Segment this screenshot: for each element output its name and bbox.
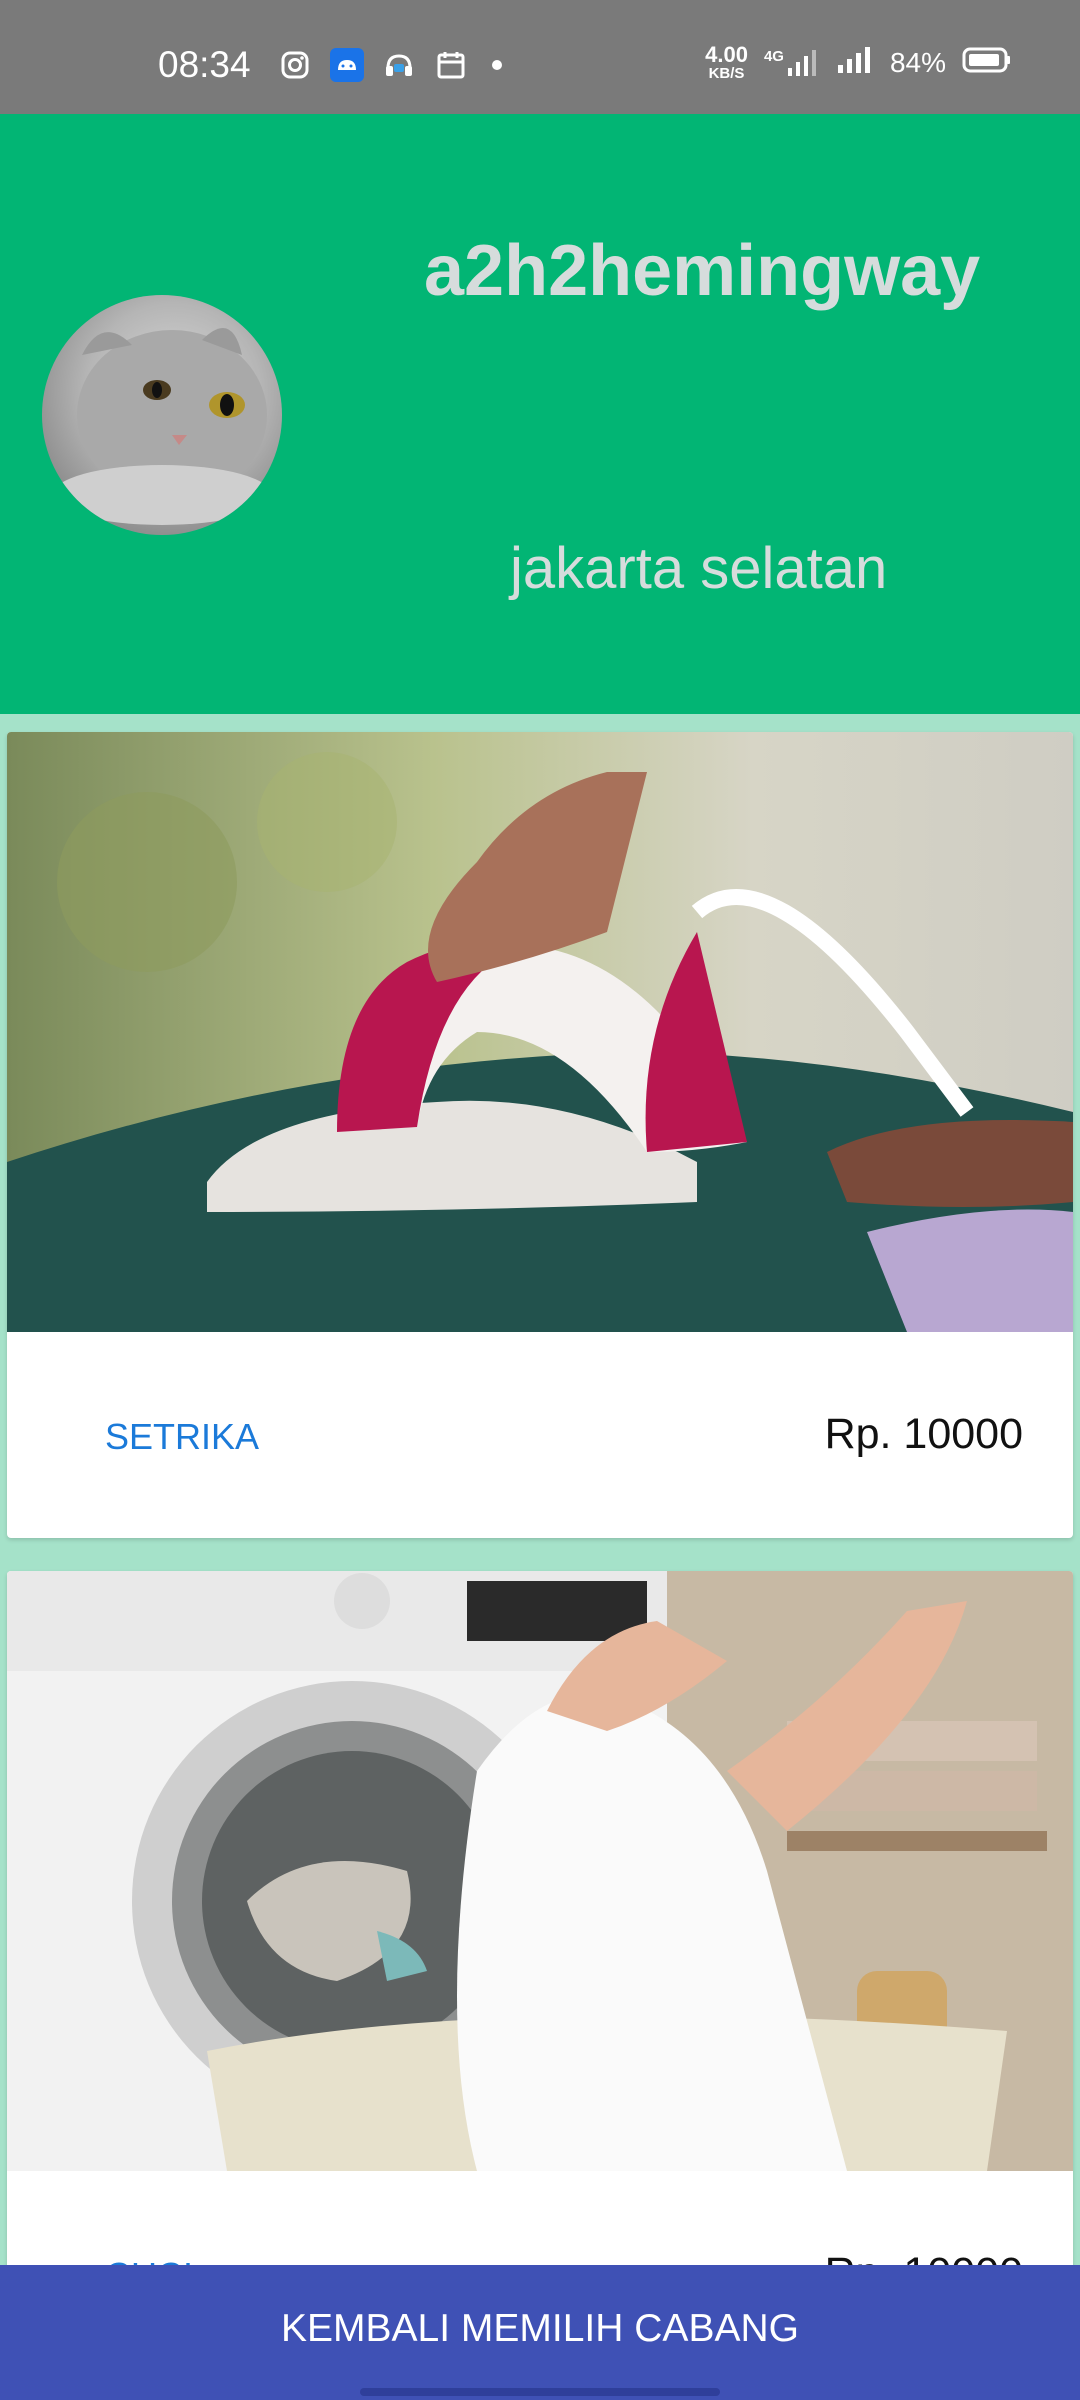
system-icons: 4.00 KB/S 4G 84%	[705, 44, 1012, 81]
battery-icon	[962, 46, 1012, 79]
gesture-nav-handle[interactable]	[360, 2388, 720, 2396]
android-icon	[330, 48, 364, 82]
service-price: Rp. 10000	[824, 1410, 1023, 1458]
location: jakarta selatan	[510, 536, 888, 601]
service-card[interactable]: CUCI Rp. 10000	[7, 1571, 1073, 2377]
instagram-icon	[278, 48, 312, 82]
avatar	[42, 295, 282, 535]
back-to-branch-button[interactable]: KEMBALI MEMILIH CABANG	[0, 2265, 1080, 2400]
notification-icons	[278, 48, 502, 82]
service-row: SETRIKA Rp. 10000	[7, 1332, 1073, 1538]
calendar-icon	[434, 48, 468, 82]
status-bar: 08:34 4.00 KB/S 4G 84%	[0, 0, 1080, 114]
profile-header: a2h2hemingway jakarta selatan	[0, 114, 1080, 714]
network-speed: 4.00 KB/S	[705, 42, 748, 82]
status-time: 08:34	[158, 44, 251, 85]
ironing-image	[7, 732, 1073, 1332]
more-notifications-dot	[492, 60, 502, 70]
service-card[interactable]: SETRIKA Rp. 10000	[7, 732, 1073, 1538]
service-name: SETRIKA	[105, 1416, 260, 1457]
washing-image	[7, 1571, 1073, 2171]
signal-4g-icon: 4G	[764, 48, 820, 78]
battery-percent: 84%	[889, 46, 946, 78]
username: a2h2hemingway	[424, 231, 981, 311]
headset-icon	[382, 48, 416, 82]
signal-icon	[836, 45, 874, 80]
